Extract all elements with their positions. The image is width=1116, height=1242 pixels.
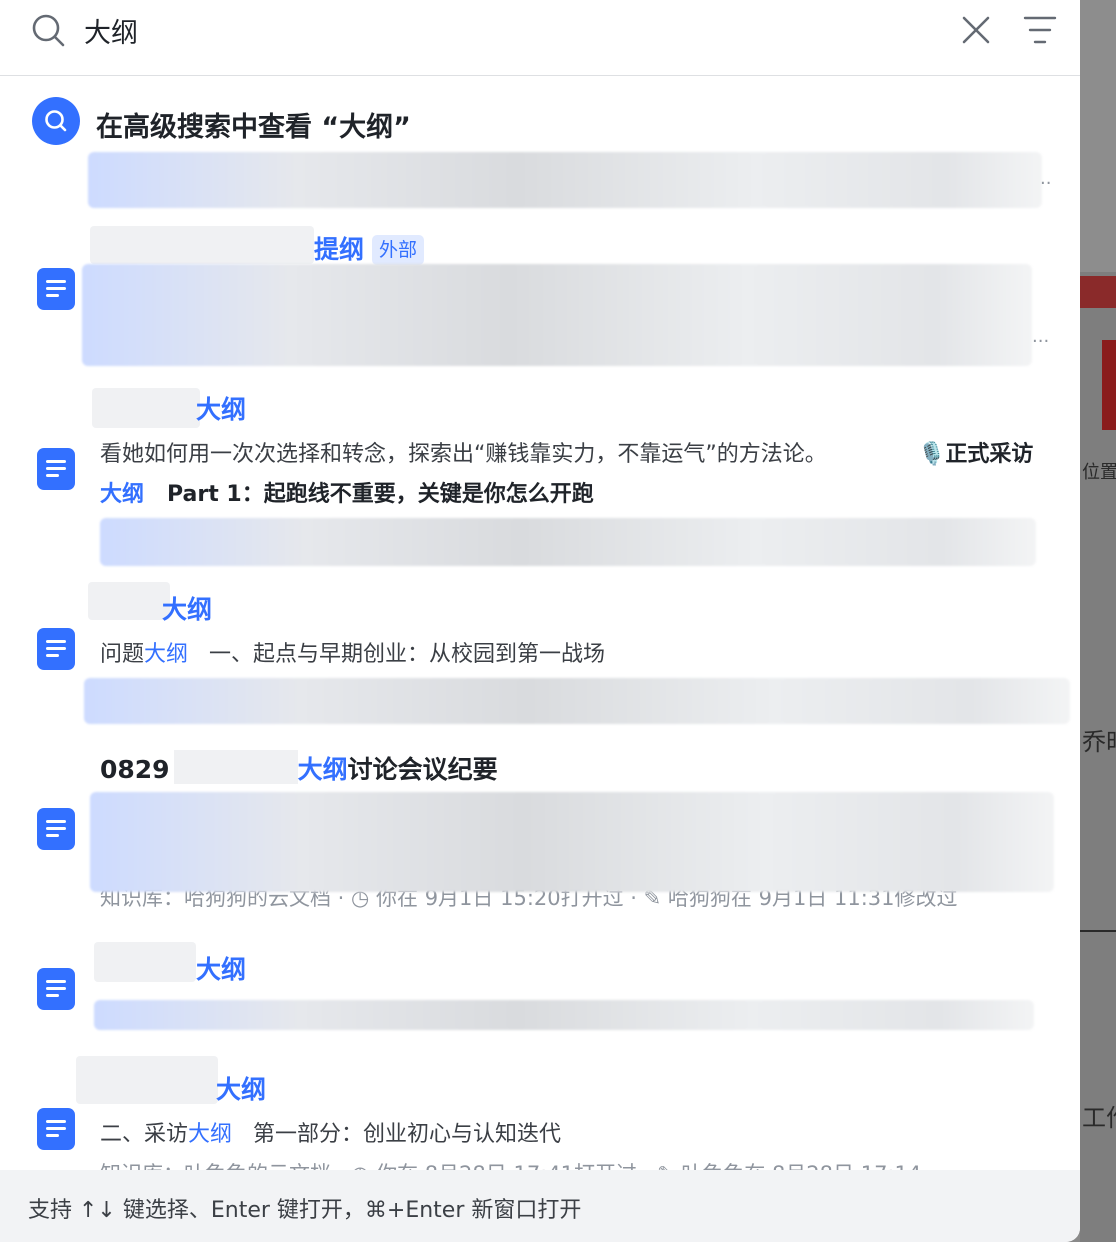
doc-icon	[37, 268, 75, 310]
advanced-search-label: 在高级搜索中查看 “大纲”	[96, 112, 411, 143]
redacted-title	[90, 226, 314, 264]
search-results: 在高级搜索中查看 “大纲” .. 提纲 外部 ... 大纲 看她如何用一次次选择和…	[0, 76, 1080, 1170]
redacted-title	[76, 1056, 218, 1104]
background-text: 工作	[1082, 1104, 1116, 1132]
search-bar	[0, 0, 1080, 76]
doc-icon	[37, 1108, 75, 1150]
doc-icon	[37, 808, 75, 850]
redacted-content	[94, 1000, 1034, 1030]
ellipsis: ..	[1040, 168, 1052, 189]
doc-icon	[37, 968, 75, 1010]
redacted-content	[82, 264, 1032, 366]
keyboard-hint-footer: 支持 ↑↓ 键选择、Enter 键打开，⌘+Enter 新窗口打开	[0, 1170, 1080, 1242]
keyboard-hint: 支持 ↑↓ 键选择、Enter 键打开，⌘+Enter 新窗口打开	[28, 1198, 582, 1223]
search-input[interactable]	[84, 8, 904, 52]
redacted-content	[84, 678, 1070, 724]
result-title: 大纲	[196, 395, 247, 424]
result-snippet-tail: 🎙️正式采访	[918, 442, 1034, 467]
result-snippet: 问题大纲 一、起点与早期创业：从校园到第一战场	[100, 642, 606, 667]
background-text: 乔时	[1082, 728, 1116, 756]
redacted-content	[100, 518, 1036, 566]
redacted-title	[88, 582, 170, 620]
result-meta: 知识库：叶兔兔的云文档 · ◷ 你在 8月28日 17:41打开过 · ✎ 叶兔…	[100, 1158, 921, 1170]
background-title-fragment	[1102, 340, 1116, 430]
doc-icon	[37, 448, 75, 490]
external-badge: 外部	[372, 235, 425, 265]
close-icon[interactable]	[958, 12, 994, 48]
search-dialog: 在高级搜索中查看 “大纲” .. 提纲外部 ... 大纲 看她如何用一次次选择和…	[0, 0, 1080, 1242]
result-title: 提纲 外部	[314, 230, 425, 266]
background-text: 位置。	[1082, 462, 1116, 483]
result-title: 大纲	[162, 595, 213, 624]
redacted-content	[88, 152, 1042, 208]
result-snippet: 看她如何用一次次选择和转念，探索出“赚钱靠实力，不靠运气”的方法论。	[100, 442, 827, 467]
result-title: 大纲	[196, 955, 247, 984]
search-icon	[30, 12, 66, 48]
result-snippet: 二、采访大纲 第一部分：创业初心与认知迭代	[100, 1122, 562, 1147]
background-window: 位置。 乔时 工作	[1080, 0, 1116, 1242]
redacted-content	[90, 792, 1054, 892]
advanced-search-row[interactable]: 在高级搜索中查看 “大纲”	[0, 94, 1080, 150]
background-divider	[1080, 930, 1116, 932]
redacted-title	[92, 388, 200, 428]
filter-icon[interactable]	[1022, 12, 1058, 48]
result-title: 大纲	[216, 1075, 267, 1104]
result-snippet: 大纲 Part 1：起跑线不重要，关键是你怎么开跑	[100, 482, 594, 507]
redacted-title	[173, 750, 298, 784]
doc-icon	[37, 628, 75, 670]
background-banner	[1080, 276, 1116, 308]
result-title: 0829 大纲讨论会议纪要	[100, 750, 498, 786]
ellipsis: ...	[1032, 326, 1050, 347]
redacted-title	[94, 942, 196, 982]
search-icon	[32, 97, 80, 145]
